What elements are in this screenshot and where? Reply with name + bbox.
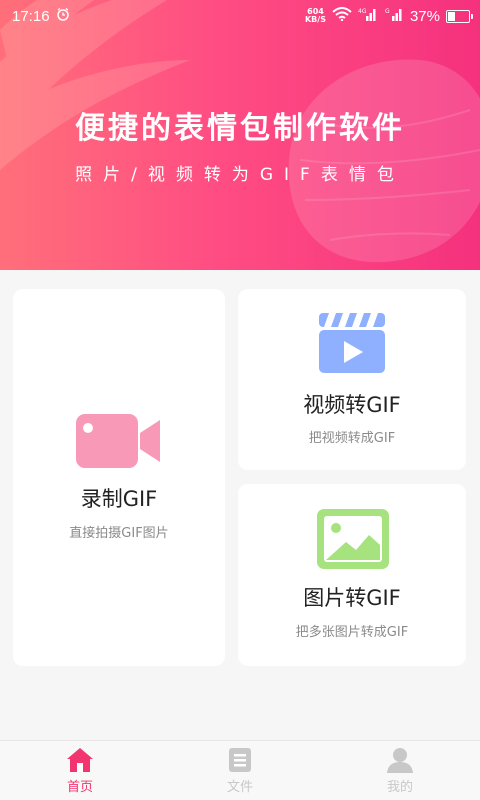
status-bar: 17:16 604 KB/S 4G G 37% — [0, 0, 480, 32]
image-to-gif-desc: 把多张图片转成GIF — [295, 625, 409, 640]
file-icon — [227, 747, 253, 773]
signal-icon-1: 4G — [358, 7, 378, 25]
battery-percent: 37% — [409, 7, 440, 25]
signal-2-label: G — [385, 8, 390, 15]
net-speed-unit: KB/S — [304, 15, 326, 24]
signal-1-label: 4G — [358, 8, 367, 15]
nav-files[interactable]: 文件 — [160, 741, 320, 800]
record-gif-card[interactable]: 录制GIF 直接拍摄GIF图片 — [13, 289, 225, 666]
clapperboard-icon — [319, 313, 385, 377]
user-icon — [386, 747, 414, 773]
home-icon — [66, 747, 94, 773]
alarm-icon — [56, 7, 70, 25]
image-to-gif-card[interactable]: 图片转GIF 把多张图片转成GIF — [238, 484, 466, 666]
bottom-nav: 首页 文件 我的 — [0, 740, 480, 800]
battery-fill — [448, 11, 456, 21]
video-to-gif-title: 视频转GIF — [303, 393, 401, 417]
record-gif-desc: 直接拍摄GIF图片 — [69, 526, 169, 541]
status-time: 17:16 — [12, 7, 50, 25]
wifi-icon — [332, 7, 352, 25]
video-to-gif-desc: 把视频转成GIF — [308, 431, 396, 446]
net-speed: 604 KB/S — [305, 8, 326, 24]
nav-home-label: 首页 — [66, 780, 93, 795]
banner-subtitle: 照片/视频转为GIF表情包 — [75, 165, 405, 185]
nav-home[interactable]: 首页 — [0, 741, 160, 800]
nav-mine-label: 我的 — [386, 780, 413, 795]
battery-icon — [446, 9, 473, 23]
header-banner: 17:16 604 KB/S 4G G 37% 便捷的表情包制作软件 照片/视频… — [0, 0, 480, 270]
video-to-gif-card[interactable]: 视频转GIF 把视频转成GIF — [238, 289, 466, 470]
record-gif-title: 录制GIF — [80, 487, 158, 511]
signal-icon-2: G — [384, 7, 404, 25]
banner-title: 便捷的表情包制作软件 — [75, 111, 405, 146]
video-camera-icon — [76, 414, 162, 474]
nav-mine[interactable]: 我的 — [320, 741, 480, 800]
image-to-gif-title: 图片转GIF — [303, 586, 401, 610]
image-icon — [317, 509, 389, 573]
nav-files-label: 文件 — [226, 780, 253, 795]
